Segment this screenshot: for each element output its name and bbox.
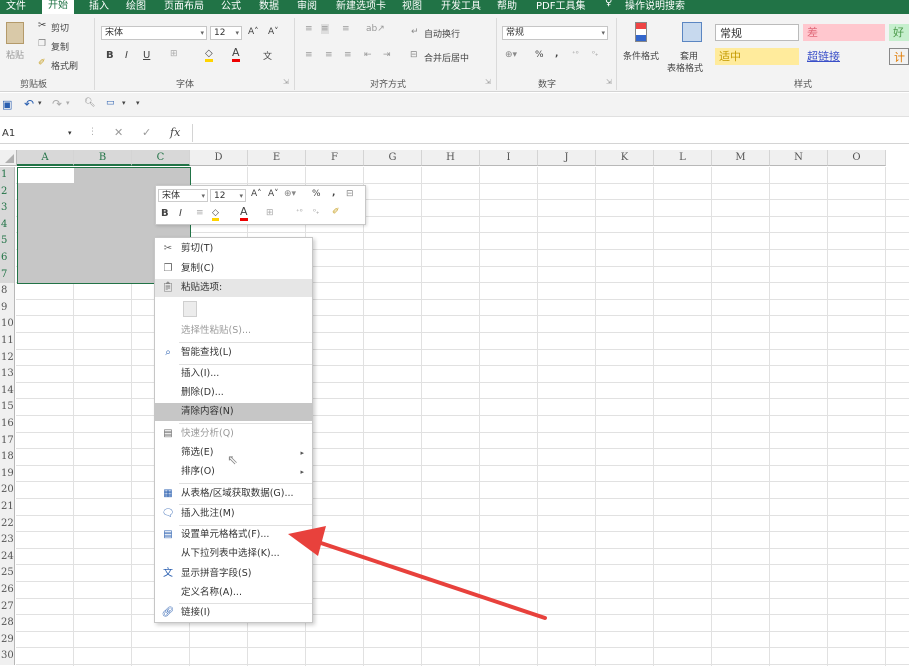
annotation-arrow xyxy=(288,526,547,620)
